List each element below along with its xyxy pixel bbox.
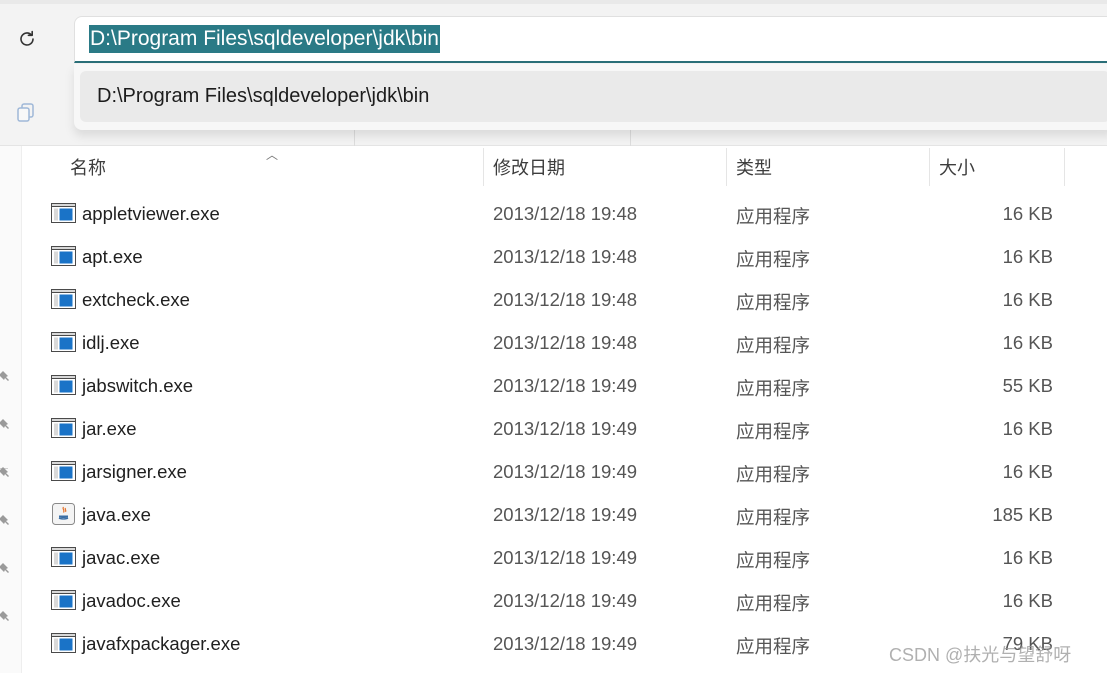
file-name: idlj.exe [82,332,140,353]
column-type[interactable]: 类型 [736,154,772,180]
copy-button[interactable] [12,98,40,126]
file-row[interactable]: jarsigner.exe 2013/12/18 19:49 应用程序 16 KB [22,451,1107,494]
exe-file-icon [51,460,76,482]
file-size: 16 KB [1002,418,1053,439]
column-divider[interactable] [483,148,484,186]
file-name: apt.exe [82,246,143,267]
column-name[interactable]: 名称 [70,154,106,180]
file-name: jarsigner.exe [82,461,187,482]
exe-file-icon [51,374,76,396]
navigation-pane [0,146,22,673]
file-size: 16 KB [1002,332,1053,353]
file-modified: 2013/12/18 19:48 [493,332,638,353]
file-type: 应用程序 [736,421,811,442]
pin-icon[interactable] [0,610,14,624]
file-size: 16 KB [1002,461,1053,482]
file-row[interactable]: javadoc.exe 2013/12/18 19:49 应用程序 16 KB [22,580,1107,623]
file-size: 55 KB [1002,375,1053,396]
address-input-text[interactable]: D:\Program Files\sqldeveloper\jdk\bin [89,25,440,53]
column-divider[interactable] [726,148,727,186]
exe-file-icon [51,331,76,353]
pin-icon[interactable] [0,370,14,384]
address-bar[interactable]: D:\Program Files\sqldeveloper\jdk\bin [74,16,1107,63]
file-row[interactable]: javac.exe 2013/12/18 19:49 应用程序 16 KB [22,537,1107,580]
toolbar-divider [354,130,355,146]
exe-file-icon [51,546,76,568]
file-name: extcheck.exe [82,289,190,310]
file-modified: 2013/12/18 19:49 [493,375,638,396]
file-modified: 2013/12/18 19:49 [493,547,638,568]
explorer-toolbar: D:\Program Files\sqldeveloper\jdk\bin D:… [0,0,1107,146]
column-modified[interactable]: 修改日期 [493,154,565,180]
file-modified: 2013/12/18 19:49 [493,418,638,439]
exe-file-icon [51,417,76,439]
file-type: 应用程序 [736,292,811,313]
file-type: 应用程序 [736,550,811,571]
file-name: javafxpackager.exe [82,633,241,654]
column-header: ︿ 名称 修改日期 类型 大小 [22,146,1107,188]
file-name: appletviewer.exe [82,203,220,224]
column-divider[interactable] [929,148,930,186]
file-type: 应用程序 [736,593,811,614]
exe-file-icon [51,288,76,310]
pin-icon[interactable] [0,466,14,480]
file-row[interactable]: java.exe 2013/12/18 19:49 应用程序 185 KB [22,494,1107,537]
file-name: javac.exe [82,547,161,568]
file-modified: 2013/12/18 19:48 [493,289,638,310]
file-modified: 2013/12/18 19:49 [493,590,638,611]
address-suggestions: D:\Program Files\sqldeveloper\jdk\bin [74,64,1107,130]
sort-ascending-icon: ︿ [266,148,279,162]
column-size[interactable]: 大小 [939,154,975,180]
file-type: 应用程序 [736,636,811,657]
file-row[interactable]: idlj.exe 2013/12/18 19:48 应用程序 16 KB [22,322,1107,365]
exe-file-icon [51,245,76,267]
file-modified: 2013/12/18 19:48 [493,203,638,224]
pin-icon[interactable] [0,514,14,528]
file-modified: 2013/12/18 19:49 [493,461,638,482]
file-size: 16 KB [1002,590,1053,611]
file-row[interactable]: apt.exe 2013/12/18 19:48 应用程序 16 KB [22,236,1107,279]
file-type: 应用程序 [736,335,811,356]
suggestion-item[interactable]: D:\Program Files\sqldeveloper\jdk\bin [80,71,1107,122]
file-size: 16 KB [1002,246,1053,267]
file-row[interactable]: jar.exe 2013/12/18 19:49 应用程序 16 KB [22,408,1107,451]
file-name: javadoc.exe [82,590,181,611]
java-file-icon [51,503,76,525]
file-row[interactable]: appletviewer.exe 2013/12/18 19:48 应用程序 16 K… [22,193,1107,236]
column-divider[interactable] [1064,148,1065,186]
refresh-button[interactable] [12,24,42,54]
exe-file-icon [51,202,76,224]
file-modified: 2013/12/18 19:48 [493,246,638,267]
file-row[interactable]: extcheck.exe 2013/12/18 19:48 应用程序 16 KB [22,279,1107,322]
toolbar-divider [630,130,631,146]
file-name: jabswitch.exe [82,375,194,396]
file-name: java.exe [82,504,151,525]
file-modified: 2013/12/18 19:49 [493,633,638,654]
exe-file-icon [51,632,76,654]
pin-icon[interactable] [0,418,14,432]
file-type: 应用程序 [736,249,811,270]
file-size: 185 KB [992,504,1053,525]
copy-icon [17,103,34,122]
file-size: 16 KB [1002,547,1053,568]
file-row[interactable]: jabswitch.exe 2013/12/18 19:49 应用程序 55 KB [22,365,1107,408]
pin-icon[interactable] [0,562,14,576]
file-type: 应用程序 [736,464,811,485]
refresh-icon [20,30,34,46]
exe-file-icon [51,589,76,611]
suggestion-label: D:\Program Files\sqldeveloper\jdk\bin [97,85,430,107]
file-type: 应用程序 [736,206,811,227]
watermark: CSDN @扶光与望舒呀 [889,645,1072,665]
file-size: 16 KB [1002,203,1053,224]
file-modified: 2013/12/18 19:49 [493,504,638,525]
title-strip [0,0,1107,4]
file-name: jar.exe [82,418,137,439]
file-size: 16 KB [1002,289,1053,310]
file-type: 应用程序 [736,378,811,399]
file-type: 应用程序 [736,507,811,528]
